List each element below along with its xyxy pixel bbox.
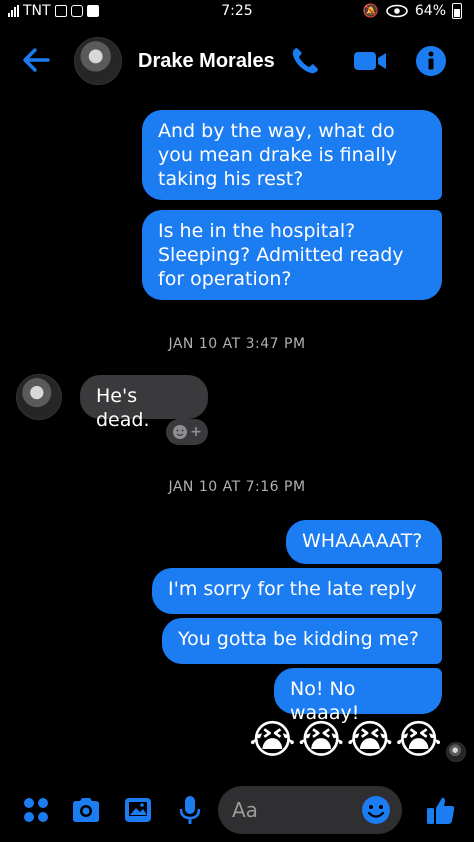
composer-bar: [0, 780, 474, 842]
outgoing-message[interactable]: WHAAAAAT?: [286, 520, 442, 564]
incoming-message[interactable]: He's dead.: [80, 375, 208, 431]
apps-grid-icon[interactable]: [20, 794, 52, 826]
camera-icon[interactable]: [70, 794, 102, 826]
microphone-icon[interactable]: [174, 794, 206, 826]
message-input-container[interactable]: [218, 786, 402, 834]
battery-icon: [452, 3, 462, 19]
status-right: 🔕 64%: [363, 3, 462, 19]
eye-comfort-icon: [386, 4, 408, 18]
outgoing-message[interactable]: No! No waaay!: [274, 668, 442, 724]
contact-name[interactable]: Drake Morales: [138, 50, 275, 73]
emoji-reply-text: 😭😭😭😭: [249, 717, 444, 763]
contact-avatar[interactable]: [74, 37, 122, 85]
outgoing-message[interactable]: I'm sorry for the late reply: [152, 568, 442, 614]
info-icon[interactable]: [414, 44, 448, 78]
gallery-icon[interactable]: [122, 794, 154, 826]
video-camera-icon[interactable]: [352, 44, 388, 78]
outgoing-message[interactable]: Is he in the hospital? Sleeping? Admitte…: [142, 210, 442, 300]
plus-icon: +: [190, 424, 202, 440]
add-reaction-button[interactable]: +: [166, 419, 208, 445]
message-input[interactable]: [232, 796, 352, 824]
outgoing-message[interactable]: And by the way, what do you mean drake i…: [142, 110, 442, 200]
sender-avatar[interactable]: [16, 374, 62, 420]
emoji-message[interactable]: 😭😭😭😭: [249, 716, 444, 764]
thumbs-up-icon[interactable]: [424, 794, 458, 828]
timestamp: JAN 10 AT 7:16 PM: [168, 479, 306, 495]
mute-icon: 🔕: [362, 3, 379, 19]
timestamp: JAN 10 AT 3:47 PM: [168, 336, 306, 352]
phone-icon[interactable]: [288, 44, 322, 78]
seen-avatar: [446, 742, 466, 762]
conversation-header: Drake Morales: [0, 26, 474, 96]
emoji-icon[interactable]: [360, 794, 392, 826]
outgoing-message[interactable]: You gotta be kidding me?: [162, 618, 442, 664]
smiley-icon: [173, 425, 188, 439]
status-bar: TNT 7:25 🔕 64%: [0, 0, 474, 24]
battery-label: 64%: [414, 3, 446, 19]
back-arrow-icon[interactable]: [18, 42, 54, 78]
